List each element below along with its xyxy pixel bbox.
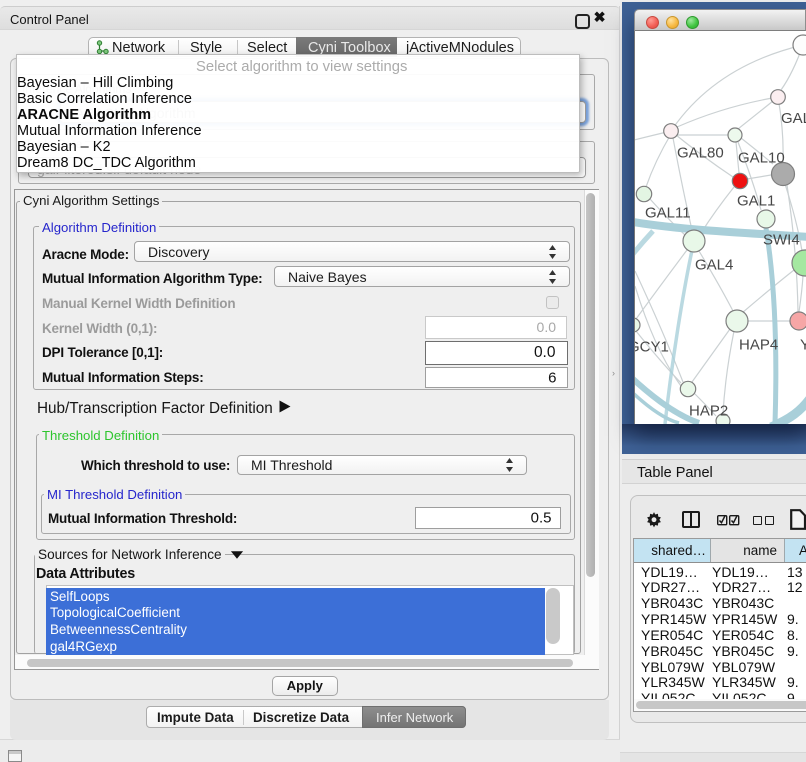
svg-text:Y: Y (800, 337, 806, 354)
svg-text:GAL: GAL (781, 110, 806, 127)
svg-text:SWI4: SWI4 (763, 232, 800, 249)
svg-text:HAP2: HAP2 (689, 403, 728, 420)
svg-text:GAL11: GAL11 (645, 205, 691, 222)
svg-text:HAP4: HAP4 (739, 337, 778, 354)
svg-text:GCY1: GCY1 (635, 339, 669, 356)
svg-text:GAL80: GAL80 (677, 145, 724, 162)
svg-text:GAL10: GAL10 (738, 150, 785, 167)
svg-text:GAL1: GAL1 (737, 193, 775, 210)
svg-text:GAL4: GAL4 (695, 257, 733, 274)
